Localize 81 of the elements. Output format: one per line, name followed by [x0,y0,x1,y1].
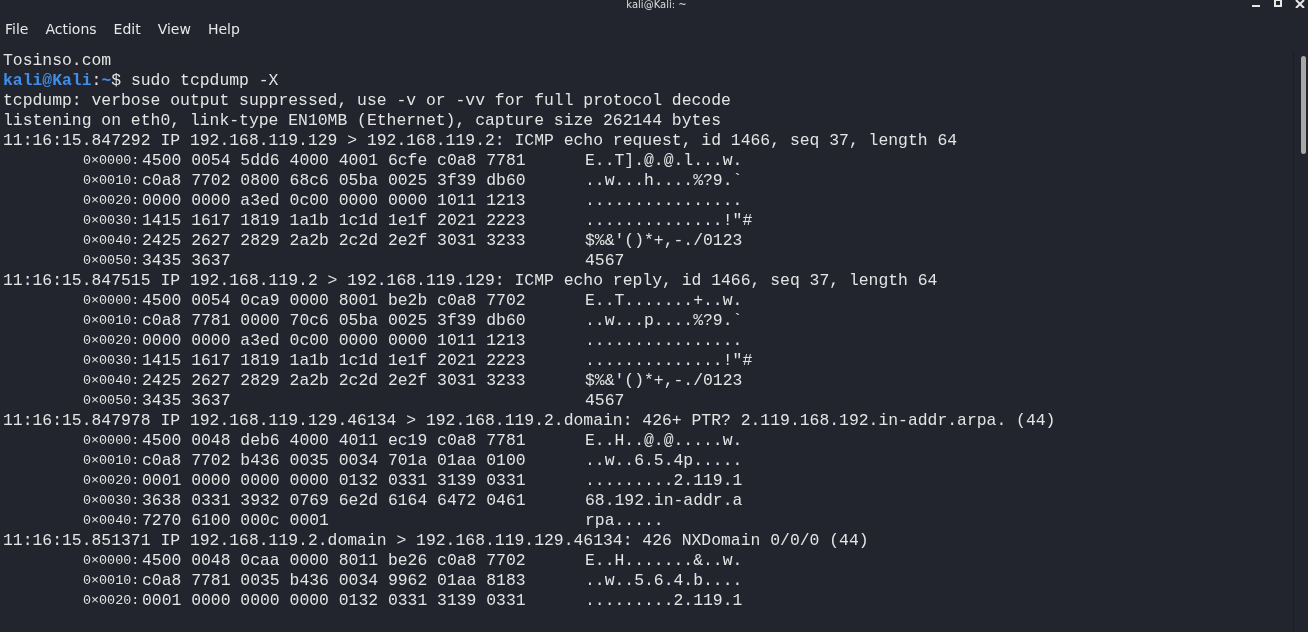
ascii-dump: .........2.119.1 [585,591,743,611]
hex-offset: 0×0030: [83,212,141,230]
hex-offset: 0×0040: [83,512,141,530]
hex-bytes: 2425 2627 2829 2a2b 2c2d 2e2f 3031 3233 [142,371,527,391]
terminal-line: 11:16:15.847978 IP 192.168.119.129.46134 > 192.168.119.2.domain: 426+ PTR? 2.119.168.192.in-addr.arpa. (44) [3,411,1056,430]
hex-offset: 0×0050: [83,392,141,410]
maximize-icon[interactable] [1273,0,1283,8]
window-title: kali@Kali: ~ [626,0,687,10]
prompt-user: kali@Kali [3,71,92,90]
ascii-dump: ..w..5.6.4.b.... [585,571,743,591]
ascii-dump: ..............!"# [585,211,753,231]
hex-bytes: c0a8 7781 0000 70c6 05ba 0025 3f39 db60 [142,311,527,331]
hex-offset: 0×0000: [83,152,141,170]
ascii-dump: ................ [585,331,743,351]
terminal-line: listening on eth0, link-type EN10MB (Ethernet), capture size 262144 bytes [3,111,722,130]
hex-offset: 0×0000: [83,552,141,570]
ascii-dump: ..w...h....%?9.` [585,171,743,191]
hex-offset: 0×0020: [83,592,141,610]
terminal-line: 11:16:15.847515 IP 192.168.119.2 > 192.168.119.129: ICMP echo reply, id 1466, seq 37, length 64 [3,271,938,290]
ascii-dump: .........2.119.1 [585,471,743,491]
hex-offset: 0×0010: [83,172,141,190]
hex-offset: 0×0010: [83,312,141,330]
close-icon[interactable] [1295,0,1305,8]
terminal-line: Tosinso.com [3,51,112,70]
scrollbar-thumb[interactable] [1301,56,1306,154]
hex-bytes: 3435 3637 [142,391,232,411]
ascii-dump: E..H..@.@.....w. [585,431,743,451]
ascii-dump: $%&'()*+,-./0123 [585,231,743,251]
menu-item[interactable]: File [0,17,34,41]
hex-offset: 0×0020: [83,332,141,350]
hex-bytes: 4500 0048 0caa 0000 8011 be26 c0a8 7702 [142,551,527,571]
hex-offset: 0×0030: [83,352,141,370]
hex-bytes: 7270 6100 000c 0001 [142,511,330,531]
ascii-dump: E..T].@.@.l...w. [585,151,743,171]
hex-offset: 0×0010: [83,572,141,590]
hex-offset: 0×0000: [83,432,141,450]
ascii-dump: ..............!"# [585,351,753,371]
hex-bytes: c0a8 7702 0800 68c6 05ba 0025 3f39 db60 [142,171,527,191]
hex-bytes: 0001 0000 0000 0000 0132 0331 3139 0331 [142,591,527,611]
hex-bytes: 3638 0331 3932 0769 6e2d 6164 6472 0461 [142,491,527,511]
hex-offset: 0×0030: [83,492,141,510]
hex-bytes: c0a8 7781 0035 b436 0034 9962 01aa 8183 [142,571,527,591]
prompt-symbol: $ [111,71,122,90]
hex-offset: 0×0020: [83,192,141,210]
ascii-dump: ..w...p....%?9.` [585,311,743,331]
menu-item[interactable]: View [152,17,196,41]
hex-bytes: 3435 3637 [142,251,232,271]
hex-bytes: 1415 1617 1819 1a1b 1c1d 1e1f 2021 2223 [142,211,527,231]
hex-offset: 0×0010: [83,452,141,470]
ascii-dump: ..w..6.5.4p..... [585,451,743,471]
prompt-path: ~ [101,71,112,90]
hex-bytes: 2425 2627 2829 2a2b 2c2d 2e2f 3031 3233 [142,231,527,251]
hex-bytes: 0001 0000 0000 0000 0132 0331 3139 0331 [142,471,527,491]
hex-offset: 0×0040: [83,232,141,250]
hex-bytes: 0000 0000 a3ed 0c00 0000 0000 1011 1213 [142,191,527,211]
command-text: sudo tcpdump -X [129,71,279,90]
terminal-line: 11:16:15.847292 IP 192.168.119.129 > 192.168.119.2: ICMP echo request, id 1466, seq 37, length 64 [3,131,958,150]
ascii-dump: 68.192.in-addr.a [585,491,743,511]
hex-bytes: 1415 1617 1819 1a1b 1c1d 1e1f 2021 2223 [142,351,527,371]
ascii-dump: $%&'()*+,-./0123 [585,371,743,391]
ascii-dump: ................ [585,191,743,211]
hex-bytes: 4500 0054 0ca9 0000 8001 be2b c0a8 7702 [142,291,527,311]
prompt-separator: : [91,71,102,90]
hex-offset: 0×0040: [83,372,141,390]
hex-bytes: c0a8 7702 b436 0035 0034 701a 01aa 0100 [142,451,527,471]
menu-item[interactable]: Edit [108,17,146,41]
hex-offset: 0×0020: [83,472,141,490]
menu-item[interactable]: Help [202,17,245,41]
hex-bytes: 0000 0000 a3ed 0c00 0000 0000 1011 1213 [142,331,527,351]
menu-item[interactable]: Actions [40,17,102,41]
ascii-dump: 4567 [585,391,625,411]
ascii-dump: 4567 [585,251,625,271]
terminal-line: 11:16:15.851371 IP 192.168.119.2.domain > 192.168.119.129.46134: 426 NXDomain 0/0/0 (44) [3,531,869,550]
ascii-dump: rpa..... [585,511,664,531]
hex-bytes: 4500 0048 deb6 4000 4011 ec19 c0a8 7781 [142,431,527,451]
hex-offset: 0×0000: [83,292,141,310]
ascii-dump: E..H.......&..w. [585,551,743,571]
terminal-line: tcpdump: verbose output suppressed, use -v or -vv for full protocol decode [3,91,731,110]
ascii-dump: E..T.......+..w. [585,291,743,311]
hex-bytes: 4500 0054 5dd6 4000 4001 6cfe c0a8 7781 [142,151,527,171]
hex-offset: 0×0050: [83,252,141,270]
